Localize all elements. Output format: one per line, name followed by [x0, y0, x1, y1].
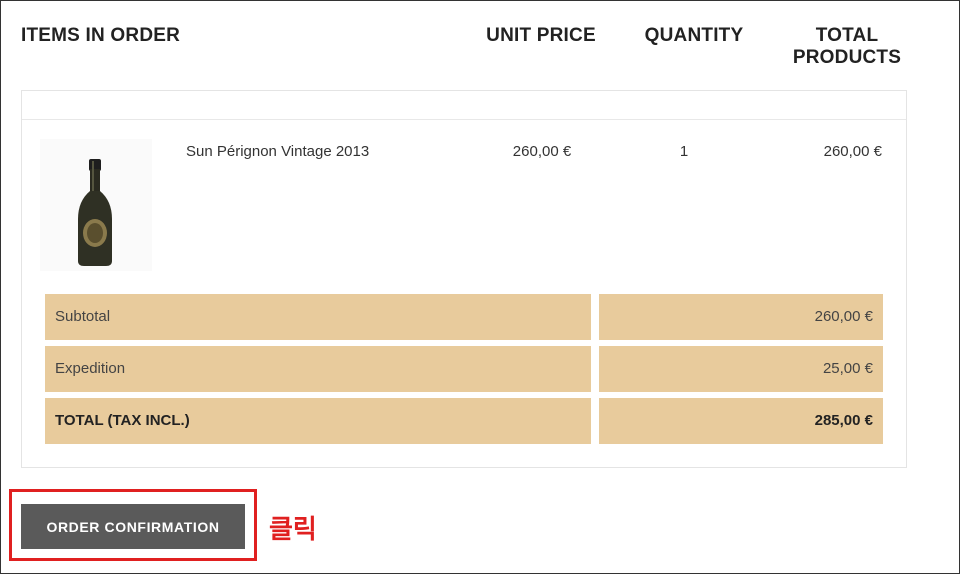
header-total-products: TOTAL PRODUCTS	[781, 25, 913, 69]
order-items-box: Sun Pérignon Vintage 2013 260,00 € 1 260…	[21, 90, 907, 468]
order-summary-panel: ITEMS IN ORDER UNIT PRICE QUANTITY TOTAL…	[0, 0, 960, 574]
summary-row-subtotal: Subtotal 260,00 €	[45, 294, 883, 340]
product-unit-price: 260,00 €	[512, 143, 572, 160]
summary-value: 285,00 €	[814, 412, 873, 429]
header-total-line1: TOTAL	[815, 25, 879, 46]
champagne-bottle-icon	[78, 159, 112, 266]
order-confirmation-button[interactable]: ORDER CONFIRMATION	[21, 504, 245, 549]
summary-row-total: TOTAL (TAX INCL.) 285,00 €	[45, 398, 883, 444]
summary-value: 260,00 €	[814, 308, 873, 325]
product-image	[40, 139, 152, 271]
click-annotation: 클릭	[269, 515, 317, 545]
header-total-line2: PRODUCTS	[792, 47, 902, 68]
header-quantity: QUANTITY	[644, 25, 744, 46]
product-total: 260,00 €	[823, 143, 882, 160]
summary-label: TOTAL (TAX INCL.)	[55, 412, 190, 429]
header-unit-price: UNIT PRICE	[486, 25, 596, 46]
box-top-divider	[22, 91, 906, 120]
summary-row-expedition: Expedition 25,00 €	[45, 346, 883, 392]
summary-label: Subtotal	[55, 308, 111, 325]
header-items-in-order: ITEMS IN ORDER	[21, 25, 181, 46]
product-quantity: 1	[679, 143, 689, 160]
product-name[interactable]: Sun Pérignon Vintage 2013	[186, 143, 369, 160]
summary-value: 25,00 €	[822, 360, 873, 377]
summary-label: Expedition	[55, 360, 126, 377]
